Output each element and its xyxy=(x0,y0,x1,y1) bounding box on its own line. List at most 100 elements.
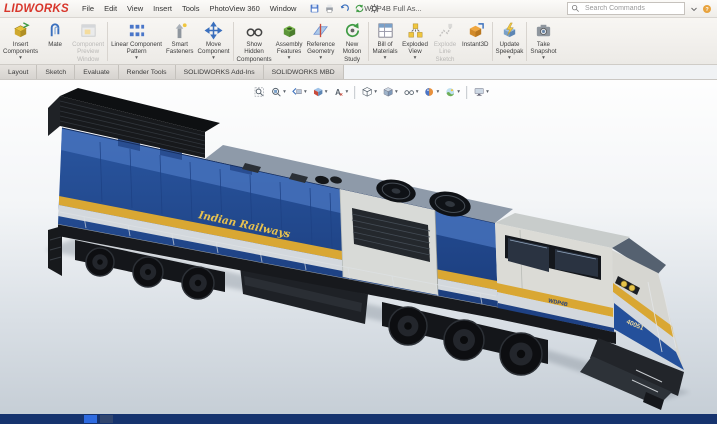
headsup-separator xyxy=(354,85,356,99)
ribbon-instant3d[interactable]: Instant3D xyxy=(460,19,490,64)
reference-geometry-icon xyxy=(311,21,330,40)
menu-insert[interactable]: Insert xyxy=(148,2,177,15)
headsup-zoom-fit-button[interactable] xyxy=(251,85,267,99)
tab-evaluate[interactable]: Evaluate xyxy=(75,65,119,79)
display-style-icon xyxy=(382,86,394,98)
headsup-edit-appearance-button[interactable]: ▾ xyxy=(422,85,442,99)
dropdown-caret-icon[interactable]: ▾ xyxy=(508,55,511,62)
dropdown-caret-icon: ▾ xyxy=(283,89,286,95)
tab-solidworks-add-ins[interactable]: SOLIDWORKS Add-Ins xyxy=(175,65,264,79)
dropdown-caret-icon: ▾ xyxy=(415,89,419,95)
chevron-down-button[interactable] xyxy=(689,4,699,14)
ribbon-mate[interactable]: Mate xyxy=(40,19,70,64)
dropdown-caret-icon[interactable]: ▾ xyxy=(384,55,387,62)
ribbon-show-hidden-components[interactable]: Show Hidden Components xyxy=(235,19,274,64)
headsup-hide-show-items-button[interactable]: ▾ xyxy=(401,85,421,99)
menu-list: File Edit View Insert Tools PhotoView 360 Wind… xyxy=(77,2,301,15)
ribbon-linear-component-pattern[interactable]: Linear Component Pattern ▾ xyxy=(109,19,164,64)
help-button[interactable]: ? xyxy=(702,4,712,14)
ribbon-exploded-view[interactable]: Exploded View ▾ xyxy=(400,19,430,64)
headsup-zoom-area-button[interactable]: ▾ xyxy=(268,85,288,99)
exploded-view-icon xyxy=(406,21,425,40)
ribbon-update-speedpak[interactable]: Update Speedpak ▾ xyxy=(494,19,526,64)
mate-icon xyxy=(46,21,65,40)
command-manager: Insert Components ▾ Mate Component Preview Win… xyxy=(0,18,717,65)
tab-sketch[interactable]: Sketch xyxy=(37,65,76,79)
dropdown-caret-icon: ▾ xyxy=(345,89,349,95)
explode-line-icon xyxy=(436,21,455,40)
previous-view-icon xyxy=(291,86,303,98)
headsup-previous-view-button[interactable]: ▾ xyxy=(289,85,309,99)
taskbar-app-icon[interactable] xyxy=(100,415,113,423)
dropdown-caret-icon[interactable]: ▾ xyxy=(288,55,291,62)
taskbar-app-blue-icon[interactable] xyxy=(84,415,97,423)
assembly-features-icon xyxy=(280,21,299,40)
smart-fasteners-icon xyxy=(170,21,189,40)
dropdown-caret-icon: ▾ xyxy=(324,89,328,95)
menu-tools[interactable]: Tools xyxy=(177,2,205,15)
search-box[interactable] xyxy=(567,2,685,15)
ribbon-reference-geometry[interactable]: Reference Geometry ▾ xyxy=(304,19,337,64)
locomotive-model[interactable]: Indian Railways WDP4B 40051 xyxy=(0,80,717,414)
dropdown-caret-icon: ▾ xyxy=(395,89,398,95)
component-preview-icon xyxy=(79,21,98,40)
solidworks-logo: LIDWORKS xyxy=(4,2,70,15)
ribbon-component-preview-window: Component Preview Window xyxy=(70,19,106,64)
menu-bar: LIDWORKS File Edit View Insert Tools PhotoVie… xyxy=(0,0,717,18)
move-component-icon xyxy=(204,21,223,40)
hide-show-items-icon xyxy=(403,86,415,98)
search-input[interactable] xyxy=(583,4,681,13)
headsup-apply-scene-button[interactable]: ▾ xyxy=(442,85,462,99)
dropdown-caret-icon[interactable]: ▾ xyxy=(19,55,22,62)
tabs-group: Layout Sketch Evaluate Render Tools SOLIDWOR… xyxy=(0,65,344,79)
tab-solidworks-mbd[interactable]: SOLIDWORKS MBD xyxy=(263,65,344,79)
ribbon-new-motion-study[interactable]: New Motion Study xyxy=(337,19,367,64)
document-title: WDP4B Full As... xyxy=(364,4,422,13)
snapshot-icon xyxy=(534,21,553,40)
speedpak-icon xyxy=(500,21,519,40)
ribbon-move-component[interactable]: Move Component ▾ xyxy=(196,19,232,64)
graphics-area[interactable]: Indian Railways WDP4B 40051 ▾ ▾ ▾ A ▾ ▾ … xyxy=(0,80,717,414)
quick-undo-button[interactable] xyxy=(339,3,350,14)
tab-render-tools[interactable]: Render Tools xyxy=(118,65,176,79)
save-icon xyxy=(309,3,320,14)
menu-edit[interactable]: Edit xyxy=(99,2,122,15)
headsup-display-style-button[interactable]: ▾ xyxy=(380,85,400,99)
dropdown-caret-icon[interactable]: ▾ xyxy=(212,55,215,62)
headsup-view-settings-button[interactable]: ▾ xyxy=(471,85,491,99)
dropdown-caret-icon: ▾ xyxy=(374,89,377,95)
help-icon: ? xyxy=(702,4,712,14)
headsup-view-orientation-button[interactable]: ▾ xyxy=(359,85,379,99)
ribbon-take-snapshot[interactable]: Take Snapshot ▾ xyxy=(528,19,558,64)
headsup-annotation-views-button[interactable]: A ▾ xyxy=(330,85,350,99)
dropdown-caret-icon: ▾ xyxy=(436,89,440,95)
print-icon xyxy=(324,3,335,14)
ribbon-bill-of-materials[interactable]: Bill of Materials ▾ xyxy=(370,19,400,64)
dropdown-caret-icon[interactable]: ▾ xyxy=(319,55,322,62)
menu-view[interactable]: View xyxy=(122,2,148,15)
zoom-area-icon xyxy=(270,86,282,98)
quick-save-button[interactable] xyxy=(309,3,320,14)
quick-print-button[interactable] xyxy=(324,3,335,14)
ribbon-smart-fasteners[interactable]: Smart Fasteners xyxy=(164,19,196,64)
headsup-section-view-button[interactable]: ▾ xyxy=(310,85,330,99)
apply-scene-icon xyxy=(444,86,456,98)
dropdown-caret-icon[interactable]: ▾ xyxy=(135,55,138,62)
motion-study-icon xyxy=(343,21,362,40)
ribbon-insert-components[interactable]: Insert Components ▾ xyxy=(1,19,40,64)
ribbon-separator xyxy=(232,22,234,61)
ribbon-explode-line-sketch: Explode Line Sketch xyxy=(430,19,460,64)
dropdown-caret-icon[interactable]: ▾ xyxy=(414,55,417,62)
insert-component-icon xyxy=(11,21,30,40)
annotation-views-icon: A xyxy=(332,86,344,98)
menu-photoview-360[interactable]: PhotoView 360 xyxy=(204,2,264,15)
ribbon-assembly-features[interactable]: Assembly Features ▾ xyxy=(274,19,305,64)
zoom-fit-icon xyxy=(253,86,265,98)
heads-up-toolbar: ▾ ▾ ▾ A ▾ ▾ ▾ ▾ ▾ ▾ ▾ xyxy=(251,85,491,99)
tab-layout[interactable]: Layout xyxy=(0,65,38,79)
solidworks-window: LIDWORKS File Edit View Insert Tools PhotoVie… xyxy=(0,0,717,424)
menu-window[interactable]: Window xyxy=(265,2,302,15)
dropdown-caret-icon[interactable]: ▾ xyxy=(542,55,545,62)
menu-file[interactable]: File xyxy=(77,2,99,15)
section-view-icon xyxy=(312,86,324,98)
